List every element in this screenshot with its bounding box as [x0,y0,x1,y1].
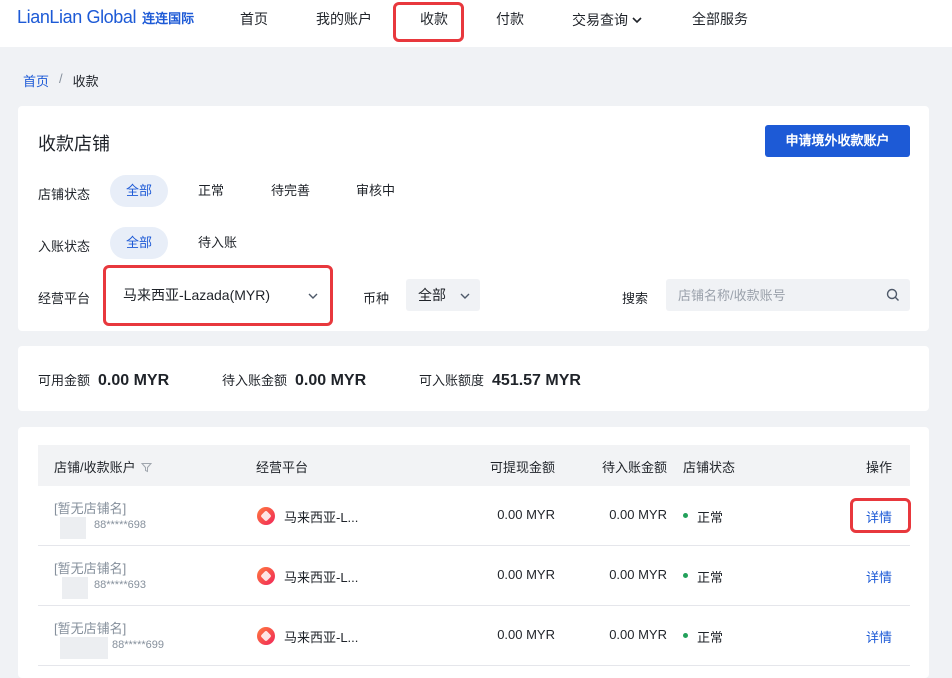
account-number: 88*****693 [94,579,146,591]
store-status-normal-chip[interactable]: 正常 [182,175,240,207]
balance-summary-card: 可用金额 0.00 MYR 待入账金额 0.00 MYR 可入账额度 451.5… [18,346,929,411]
nav-item-home[interactable]: 首页 [240,10,268,28]
entry-limit: 可入账额度 451.57 MYR [419,370,581,390]
entry-limit-label: 可入账额度 [419,373,485,388]
detail-link[interactable]: 详情 [866,627,892,646]
search-label: 搜索 [622,291,649,306]
masked-account-prefix [60,517,86,539]
available-amount-label: 可用金额 [38,373,91,388]
top-navigation-bar: LianLian Global 连连国际 首页 我的账户 收款 付款 交易查询 … [0,0,952,47]
store-status: 正常 [697,570,724,585]
status-dot-icon [683,633,688,638]
breadcrumb-current: 收款 [72,74,99,89]
store-table-card: 店铺/收款账户 经营平台 可提现金额 待入账金额 店铺状态 操作 [暂无店铺名]… [18,427,929,678]
breadcrumb: 首页 / 收款 [23,71,99,90]
pending-amount: 0.00 MYR [609,627,667,642]
currency-select-value: 全部 [418,287,446,303]
header-withdrawable: 可提现金额 [489,460,555,475]
lazada-icon [257,627,275,645]
store-name: [暂无店铺名] [54,501,127,516]
account-number: 88*****699 [112,639,164,651]
pending-amount-label: 待入账金额 [222,373,288,388]
pending-amount-value: 0.00 MYR [295,372,367,389]
nav-item-transactions-label: 交易查询 [572,12,628,28]
brand-name-en: LianLian Global [17,7,137,27]
masked-account-prefix [60,637,108,659]
nav-item-all-services[interactable]: 全部服务 [692,10,748,28]
currency-label: 币种 [363,291,390,306]
store-status-all-chip[interactable]: 全部 [110,175,169,207]
platform-select-value: 马来西亚-Lazada(MYR) [123,287,271,303]
store-status: 正常 [697,510,724,525]
platform-name: 马来西亚-L... [284,570,359,585]
brand-name-cn: 连连国际 [142,11,195,26]
withdrawable-amount: 0.00 MYR [497,507,555,522]
currency-select[interactable]: 全部 [406,279,480,311]
nav-item-transactions[interactable]: 交易查询 [572,10,642,28]
available-amount-value: 0.00 MYR [98,372,170,389]
store-status: 正常 [697,630,724,645]
store-name: [暂无店铺名] [54,621,127,636]
store-name: [暂无店铺名] [54,561,127,576]
platform-label: 经营平台 [38,291,91,306]
withdrawable-amount: 0.00 MYR [497,627,555,642]
header-store-account: 店铺/收款账户 [54,457,152,476]
pending-amount: 0.00 MYR [609,567,667,582]
header-pending: 待入账金额 [601,460,667,475]
filter-icon[interactable] [140,461,152,476]
search-box [666,279,910,311]
header-action: 操作 [866,460,893,475]
pending-amount: 待入账金额 0.00 MYR [222,370,366,390]
account-number: 88*****698 [94,519,146,531]
chevron-down-icon [632,10,642,28]
masked-account-prefix [62,577,88,599]
header-store-status: 店铺状态 [683,460,736,475]
status-dot-icon [683,573,688,578]
available-amount: 可用金额 0.00 MYR [38,370,169,390]
entry-limit-value: 451.57 MYR [492,372,581,389]
store-status-incomplete-chip[interactable]: 待完善 [255,175,326,207]
nav-item-my-account[interactable]: 我的账户 [316,10,372,28]
pending-amount: 0.00 MYR [609,507,667,522]
breadcrumb-home-link[interactable]: 首页 [23,71,49,90]
nav-item-receive[interactable]: 收款 [420,10,448,28]
platform-name: 马来西亚-L... [284,510,359,525]
table-row: [暂无店铺名] 88*****693 马来西亚-L... 0.00 MYR 0.… [38,546,910,606]
chevron-down-icon [308,279,318,311]
platform-name: 马来西亚-L... [284,630,359,645]
table-row: [暂无店铺名] 88*****698 马来西亚-L... 0.00 MYR 0.… [38,486,910,546]
breadcrumb-separator: / [59,71,63,86]
lazada-icon [257,507,275,525]
filter-card: 收款店铺 申请境外收款账户 店铺状态 全部 正常 待完善 审核中 入账状态 全部… [18,106,929,331]
header-platform: 经营平台 [256,460,309,475]
header-store-account-label: 店铺/收款账户 [54,460,136,475]
store-status-label: 店铺状态 [38,187,91,202]
entry-status-label: 入账状态 [38,239,91,254]
page-title: 收款店铺 [38,134,110,154]
store-status-reviewing-chip[interactable]: 审核中 [340,175,411,207]
nav-item-pay[interactable]: 付款 [496,10,524,28]
detail-link[interactable]: 详情 [866,507,892,526]
table-row: [暂无店铺名] 88*****699 马来西亚-L... 0.00 MYR 0.… [38,606,910,666]
entry-status-pending-chip[interactable]: 待入账 [182,227,253,259]
search-icon[interactable] [886,288,900,305]
table-header: 店铺/收款账户 经营平台 可提现金额 待入账金额 店铺状态 操作 [38,445,910,486]
brand-logo[interactable]: LianLian Global 连连国际 [17,7,194,29]
lazada-icon [257,567,275,585]
chevron-down-icon [460,279,470,311]
platform-select[interactable]: 马来西亚-Lazada(MYR) [111,279,328,311]
status-dot-icon [683,513,688,518]
search-input[interactable] [666,279,866,311]
withdrawable-amount: 0.00 MYR [497,567,555,582]
apply-overseas-account-button[interactable]: 申请境外收款账户 [765,125,910,157]
entry-status-all-chip[interactable]: 全部 [110,227,169,259]
detail-link[interactable]: 详情 [866,567,892,586]
